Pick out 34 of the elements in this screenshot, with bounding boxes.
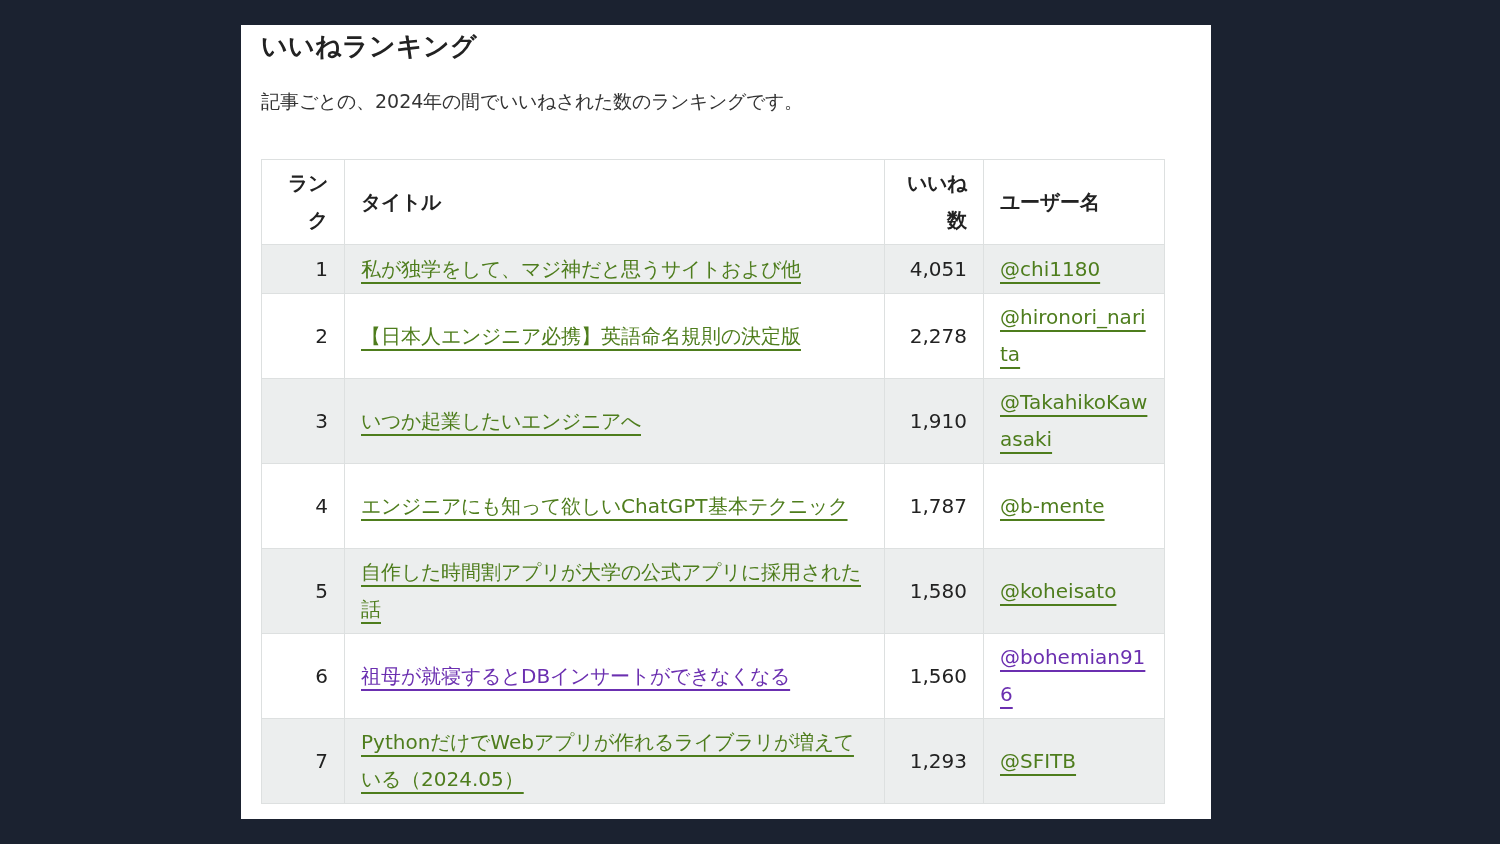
likes-cell: 1,293	[884, 718, 984, 804]
user-link[interactable]: @koheisato	[1000, 572, 1117, 610]
article-link[interactable]: 自作した時間割アプリが大学の公式アプリに採用された話	[361, 554, 868, 628]
rank-cell: 4	[261, 463, 345, 549]
article-link[interactable]: 私が独学をして、マジ神だと思うサイトおよび他	[361, 250, 801, 288]
rank-cell: 6	[261, 633, 345, 719]
rank-cell: 7	[261, 718, 345, 804]
article-link[interactable]: 祖母が就寝するとDBインサートができなくなる	[361, 657, 791, 695]
column-header: いいね数	[884, 159, 984, 245]
user-link[interactable]: @b-mente	[1000, 487, 1105, 525]
rank-cell: 3	[261, 378, 345, 464]
column-header: ランク	[261, 159, 345, 245]
user-link[interactable]: @bohemian916	[1000, 639, 1148, 713]
column-header: タイトル	[344, 159, 885, 245]
user-link[interactable]: @hironori_narita	[1000, 299, 1148, 373]
user-link[interactable]: @TakahikoKawasaki	[1000, 384, 1148, 458]
likes-cell: 1,560	[884, 633, 984, 719]
page-heading: いいねランキング	[261, 30, 478, 63]
likes-cell: 1,910	[884, 378, 984, 464]
article-link[interactable]: いつか起業したいエンジニアへ	[361, 402, 641, 440]
user-link[interactable]: @SFITB	[1000, 742, 1077, 780]
article-link[interactable]: 【日本人エンジニア必携】英語命名規則の決定版	[361, 317, 801, 355]
likes-cell: 1,580	[884, 548, 984, 634]
user-link[interactable]: @chi1180	[1000, 250, 1101, 288]
likes-cell: 4,051	[884, 244, 984, 294]
article-link[interactable]: PythonだけでWebアプリが作れるライブラリが増えている（2024.05）	[361, 724, 868, 798]
likes-cell: 1,787	[884, 463, 984, 549]
column-header: ユーザー名	[983, 159, 1165, 245]
article-link[interactable]: エンジニアにも知って欲しいChatGPT基本テクニック	[361, 487, 848, 525]
rank-cell: 2	[261, 293, 345, 379]
likes-cell: 2,278	[884, 293, 984, 379]
rank-cell: 5	[261, 548, 345, 634]
description-text: 記事ごとの、2024年の間でいいねされた数のランキングです。	[261, 89, 805, 114]
rank-cell: 1	[261, 244, 345, 294]
